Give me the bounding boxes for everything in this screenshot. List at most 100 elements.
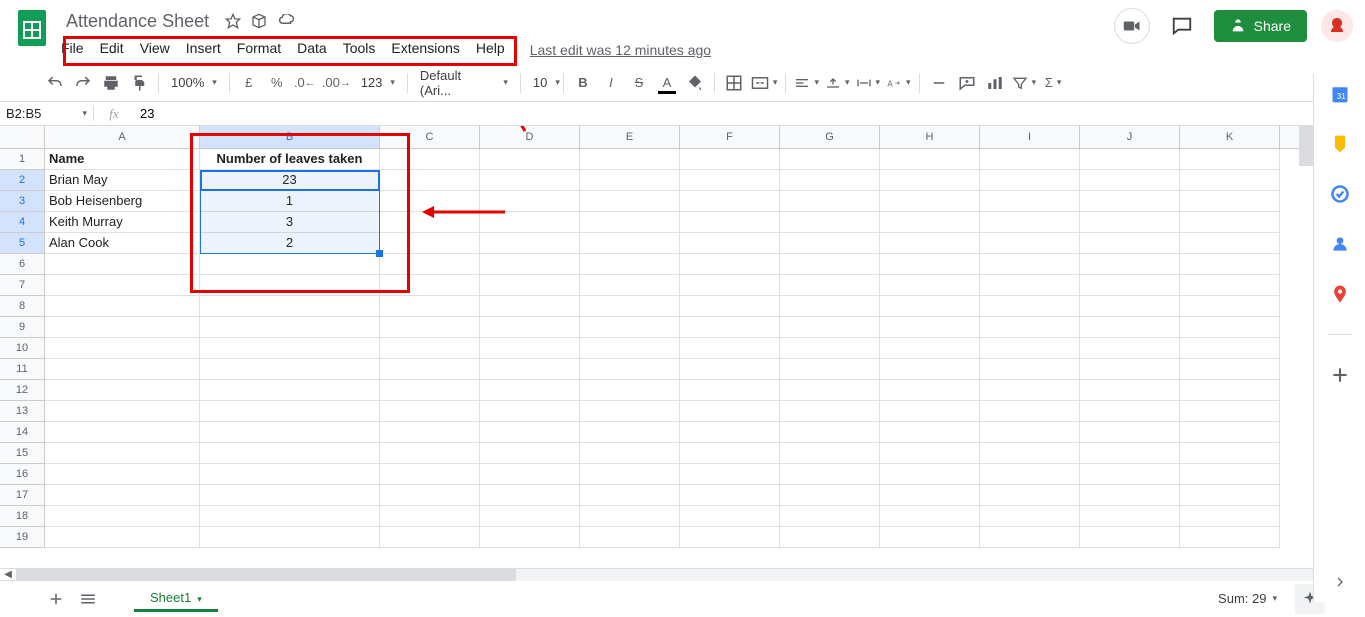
- fill-color-button[interactable]: [682, 70, 708, 96]
- horizontal-scrollbar[interactable]: ◀ ▶: [0, 568, 1365, 580]
- cell-I18[interactable]: [980, 506, 1080, 527]
- cell-D5[interactable]: [480, 233, 580, 254]
- col-header-A[interactable]: A: [45, 126, 200, 148]
- col-header-K[interactable]: K: [1180, 126, 1280, 148]
- cell-D12[interactable]: [480, 380, 580, 401]
- cell-F10[interactable]: [680, 338, 780, 359]
- cell-A3[interactable]: Bob Heisenberg: [45, 191, 200, 212]
- cell-G3[interactable]: [780, 191, 880, 212]
- cell-C17[interactable]: [380, 485, 480, 506]
- cell-H9[interactable]: [880, 317, 980, 338]
- document-title[interactable]: Attendance Sheet: [60, 9, 215, 34]
- vertical-scrollbar[interactable]: [1299, 126, 1313, 558]
- currency-button[interactable]: £: [236, 70, 262, 96]
- cell-D6[interactable]: [480, 254, 580, 275]
- cell-C9[interactable]: [380, 317, 480, 338]
- cell-F5[interactable]: [680, 233, 780, 254]
- row-header-2[interactable]: 2: [0, 170, 45, 191]
- row-header-5[interactable]: 5: [0, 233, 45, 254]
- cell-A14[interactable]: [45, 422, 200, 443]
- horizontal-align-button[interactable]: [792, 70, 821, 96]
- cell-C2[interactable]: [380, 170, 480, 191]
- row-header-15[interactable]: 15: [0, 443, 45, 464]
- cell-I13[interactable]: [980, 401, 1080, 422]
- cell-C1[interactable]: [380, 149, 480, 170]
- sheet-tab-dropdown-icon[interactable]: [197, 590, 202, 605]
- cell-A15[interactable]: [45, 443, 200, 464]
- cell-D15[interactable]: [480, 443, 580, 464]
- cell-H6[interactable]: [880, 254, 980, 275]
- borders-button[interactable]: [721, 70, 747, 96]
- cell-E19[interactable]: [580, 527, 680, 548]
- row-header-13[interactable]: 13: [0, 401, 45, 422]
- cell-C18[interactable]: [380, 506, 480, 527]
- cell-E11[interactable]: [580, 359, 680, 380]
- cell-F17[interactable]: [680, 485, 780, 506]
- cell-B10[interactable]: [200, 338, 380, 359]
- cell-B19[interactable]: [200, 527, 380, 548]
- cell-B13[interactable]: [200, 401, 380, 422]
- row-header-19[interactable]: 19: [0, 527, 45, 548]
- cell-A16[interactable]: [45, 464, 200, 485]
- print-button[interactable]: [98, 70, 124, 96]
- cell-J16[interactable]: [1080, 464, 1180, 485]
- cell-J7[interactable]: [1080, 275, 1180, 296]
- cell-A1[interactable]: Name: [45, 149, 200, 170]
- cell-A8[interactable]: [45, 296, 200, 317]
- cell-G1[interactable]: [780, 149, 880, 170]
- cell-B11[interactable]: [200, 359, 380, 380]
- text-rotation-button[interactable]: A: [884, 70, 913, 96]
- cell-C3[interactable]: [380, 191, 480, 212]
- cell-B12[interactable]: [200, 380, 380, 401]
- meet-button[interactable]: [1114, 8, 1150, 44]
- cell-J1[interactable]: [1080, 149, 1180, 170]
- cell-B8[interactable]: [200, 296, 380, 317]
- italic-button[interactable]: I: [598, 70, 624, 96]
- cell-H7[interactable]: [880, 275, 980, 296]
- row-header-8[interactable]: 8: [0, 296, 45, 317]
- col-header-G[interactable]: G: [780, 126, 880, 148]
- cell-K11[interactable]: [1180, 359, 1280, 380]
- cell-E10[interactable]: [580, 338, 680, 359]
- text-color-button[interactable]: A: [654, 70, 680, 96]
- row-header-12[interactable]: 12: [0, 380, 45, 401]
- menu-format[interactable]: Format: [230, 36, 288, 60]
- cell-C14[interactable]: [380, 422, 480, 443]
- redo-button[interactable]: [70, 70, 96, 96]
- row-header-7[interactable]: 7: [0, 275, 45, 296]
- move-icon[interactable]: [251, 13, 267, 29]
- cell-D9[interactable]: [480, 317, 580, 338]
- cell-F9[interactable]: [680, 317, 780, 338]
- cell-E5[interactable]: [580, 233, 680, 254]
- cell-K6[interactable]: [1180, 254, 1280, 275]
- sheets-logo[interactable]: [12, 8, 52, 48]
- comment-history-button[interactable]: [1164, 8, 1200, 44]
- cell-I17[interactable]: [980, 485, 1080, 506]
- cell-D1[interactable]: [480, 149, 580, 170]
- cell-H5[interactable]: [880, 233, 980, 254]
- cell-K4[interactable]: [1180, 212, 1280, 233]
- cell-F16[interactable]: [680, 464, 780, 485]
- formula-input[interactable]: [134, 106, 1365, 121]
- vertical-align-button[interactable]: [823, 70, 852, 96]
- cell-D2[interactable]: [480, 170, 580, 191]
- cell-I5[interactable]: [980, 233, 1080, 254]
- hscroll-thumb[interactable]: [16, 569, 516, 581]
- cell-I12[interactable]: [980, 380, 1080, 401]
- cell-G14[interactable]: [780, 422, 880, 443]
- cell-A17[interactable]: [45, 485, 200, 506]
- cell-K1[interactable]: [1180, 149, 1280, 170]
- col-header-D[interactable]: D: [480, 126, 580, 148]
- cell-A19[interactable]: [45, 527, 200, 548]
- cell-H10[interactable]: [880, 338, 980, 359]
- cell-G17[interactable]: [780, 485, 880, 506]
- cell-D4[interactable]: [480, 212, 580, 233]
- cell-E18[interactable]: [580, 506, 680, 527]
- cell-G4[interactable]: [780, 212, 880, 233]
- cell-B17[interactable]: [200, 485, 380, 506]
- cell-B14[interactable]: [200, 422, 380, 443]
- cell-D19[interactable]: [480, 527, 580, 548]
- cell-B4[interactable]: 3: [200, 212, 380, 233]
- font-size-dropdown[interactable]: 10: [527, 75, 557, 90]
- merge-cells-button[interactable]: [749, 70, 780, 96]
